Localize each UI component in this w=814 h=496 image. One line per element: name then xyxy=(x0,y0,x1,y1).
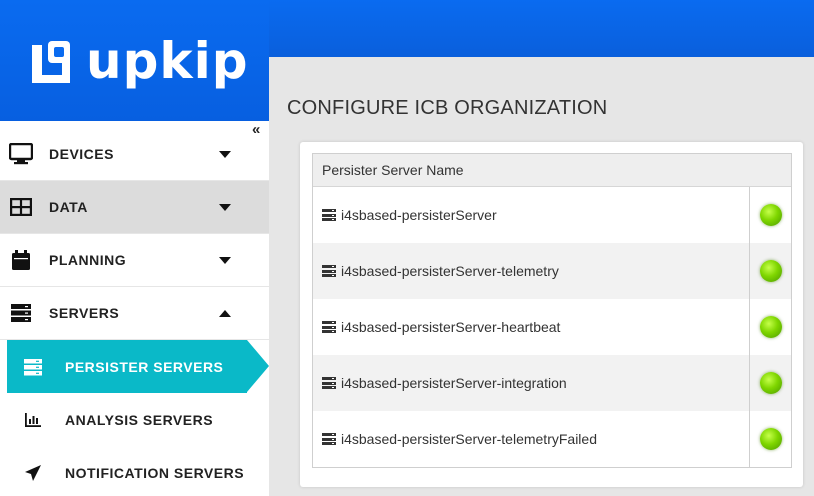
sidebar-item-planning[interactable]: PLANNING xyxy=(0,234,269,287)
table-header[interactable]: Persister Server Name xyxy=(313,154,791,187)
chevron-up-icon xyxy=(219,309,231,317)
chevron-down-icon xyxy=(219,150,231,158)
table-row[interactable]: i4sbased-persisterServer-telemetry xyxy=(313,243,791,299)
table-row[interactable]: i4sbased-persisterServer-heartbeat xyxy=(313,299,791,355)
sidebar-item-label: SERVERS xyxy=(49,305,120,321)
sidebar-subitem-notification-servers[interactable]: NOTIFICATION SERVERS xyxy=(0,446,269,496)
sidebar-subitem-label: ANALYSIS SERVERS xyxy=(65,411,214,428)
table-row[interactable]: i4sbased-persisterServer-integration xyxy=(313,355,791,411)
status-cell xyxy=(749,187,791,243)
status-cell xyxy=(749,243,791,299)
server-name-cell: i4sbased-persisterServer-integration xyxy=(313,355,749,411)
server-icon xyxy=(9,301,33,325)
sidebar: upkip « DEVICES DATA PLANNING SERVERS PE… xyxy=(0,0,269,496)
logo-area: upkip xyxy=(0,0,269,121)
brand-name: upkip xyxy=(86,31,249,90)
sidebar-subitem-persister-servers[interactable]: PERSISTER SERVERS xyxy=(7,340,269,393)
persister-servers-table: Persister Server Name i4sbased-persister… xyxy=(312,153,792,468)
table-row[interactable]: i4sbased-persisterServer xyxy=(313,187,791,243)
status-online-icon xyxy=(759,316,782,338)
server-name: i4sbased-persisterServer-telemetryFailed xyxy=(341,431,597,447)
persister-servers-panel: Persister Server Name i4sbased-persister… xyxy=(300,142,803,487)
server-name: i4sbased-persisterServer xyxy=(341,207,497,223)
status-cell xyxy=(749,355,791,411)
bar-chart-icon xyxy=(21,408,45,432)
sidebar-item-devices[interactable]: DEVICES xyxy=(0,128,269,181)
status-online-icon xyxy=(759,204,782,226)
server-icon xyxy=(322,265,336,277)
server-icon xyxy=(322,377,336,389)
server-icon xyxy=(322,321,336,333)
status-online-icon xyxy=(759,428,782,450)
server-name: i4sbased-persisterServer-telemetry xyxy=(341,263,559,279)
sidebar-item-label: DEVICES xyxy=(49,146,114,162)
server-name-cell: i4sbased-persisterServer xyxy=(313,187,749,243)
server-name-cell: i4sbased-persisterServer-telemetry xyxy=(313,243,749,299)
sidebar-subitem-label: PERSISTER SERVERS xyxy=(65,358,224,375)
server-name-cell: i4sbased-persisterServer-telemetryFailed xyxy=(313,411,749,467)
status-online-icon xyxy=(759,260,782,282)
sidebar-nav: DEVICES DATA PLANNING SERVERS PERSISTER … xyxy=(0,128,269,496)
sidebar-item-data[interactable]: DATA xyxy=(0,181,269,234)
sidebar-item-servers[interactable]: SERVERS xyxy=(0,287,269,340)
server-stack-icon xyxy=(21,355,45,379)
monitor-icon xyxy=(9,142,33,166)
status-cell xyxy=(749,299,791,355)
table-row[interactable]: i4sbased-persisterServer-telemetryFailed xyxy=(313,411,791,467)
sidebar-subitem-label: NOTIFICATION SERVERS xyxy=(65,464,245,481)
server-icon xyxy=(322,433,336,445)
sidebar-item-label: DATA xyxy=(49,199,88,215)
page-title: CONFIGURE ICB ORGANIZATION xyxy=(287,97,608,119)
upkip-logo-icon xyxy=(32,40,70,83)
server-icon xyxy=(322,209,336,221)
top-bar xyxy=(269,0,814,57)
table-icon xyxy=(9,195,33,219)
server-name: i4sbased-persisterServer-integration xyxy=(341,375,567,391)
status-online-icon xyxy=(759,372,782,394)
chevron-down-icon xyxy=(219,256,231,264)
chevron-down-icon xyxy=(219,203,231,211)
send-icon xyxy=(21,461,45,485)
server-name: i4sbased-persisterServer-heartbeat xyxy=(341,319,561,335)
sidebar-subitem-analysis-servers[interactable]: ANALYSIS SERVERS xyxy=(0,393,269,446)
status-cell xyxy=(749,411,791,467)
sidebar-item-label: PLANNING xyxy=(49,252,127,268)
brand-logo[interactable]: upkip xyxy=(28,36,249,86)
calendar-icon xyxy=(9,248,33,272)
server-name-cell: i4sbased-persisterServer-heartbeat xyxy=(313,299,749,355)
